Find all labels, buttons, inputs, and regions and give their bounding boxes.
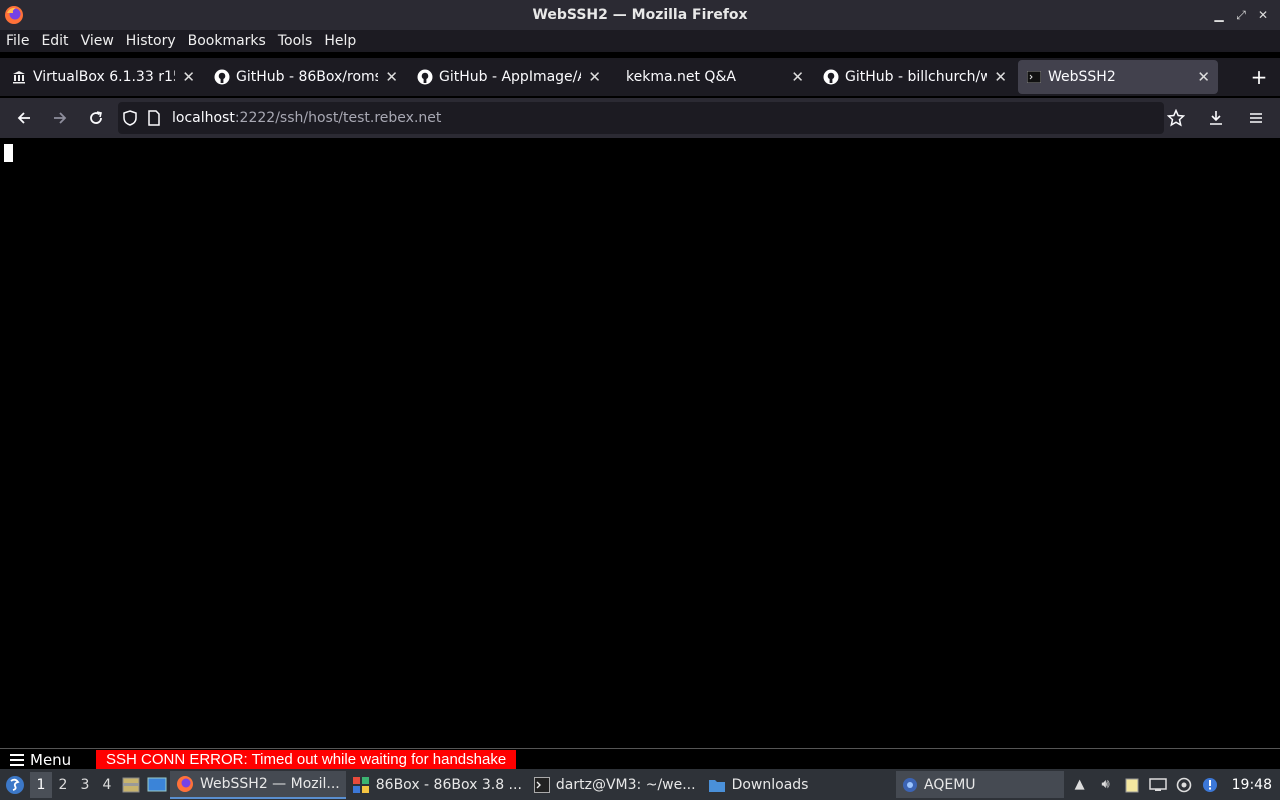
- menu-bookmarks[interactable]: Bookmarks: [182, 33, 272, 49]
- url-text[interactable]: localhost:2222/ssh/host/test.rebex.net: [172, 110, 441, 126]
- terminal-icon: [533, 776, 550, 793]
- 86box-icon: [352, 776, 369, 793]
- tab-webssh2[interactable]: WebSSH2 ✕: [1018, 60, 1218, 94]
- task-label: WebSSH2 — Mozil...: [200, 775, 340, 792]
- tab-github-billchurch[interactable]: GitHub - billchurch/we ✕: [815, 60, 1015, 94]
- start-menu-button[interactable]: [0, 770, 30, 800]
- window-title: WebSSH2 — Mozilla Firefox: [532, 7, 748, 23]
- close-tab-icon[interactable]: ✕: [385, 68, 398, 86]
- star-icon: [1167, 109, 1185, 127]
- close-tab-icon[interactable]: ✕: [182, 68, 195, 86]
- update-icon[interactable]: [1174, 775, 1194, 795]
- drawer-icon: [122, 777, 140, 792]
- system-taskbar: 1 2 3 4 WebSSH2 — Mozil... 86Box - 86Box…: [0, 769, 1280, 800]
- tab-bar: VirtualBox 6.1.33 r150 ✕ GitHub - 86Box/…: [0, 58, 1280, 96]
- task-86box[interactable]: 86Box - 86Box 3.8 ...: [346, 771, 528, 799]
- page-icon[interactable]: [142, 110, 166, 126]
- monitor-icon: [147, 777, 167, 791]
- tab-label: GitHub - AppImage/Ap: [439, 69, 581, 85]
- menu-help[interactable]: Help: [318, 33, 362, 49]
- network-icon[interactable]: [1148, 775, 1168, 795]
- menu-tools[interactable]: Tools: [272, 33, 319, 49]
- github-icon: [823, 69, 839, 85]
- terminal-icon: [1026, 69, 1042, 85]
- tab-label: VirtualBox 6.1.33 r150: [33, 69, 175, 85]
- close-tab-icon[interactable]: ✕: [588, 68, 601, 86]
- menu-label: Menu: [30, 751, 72, 769]
- menu-edit[interactable]: Edit: [35, 33, 74, 49]
- reload-icon: [90, 111, 102, 124]
- task-downloads[interactable]: Downloads: [702, 771, 815, 799]
- workspace-2[interactable]: 2: [52, 772, 74, 798]
- back-button[interactable]: [6, 102, 42, 134]
- terminal-area[interactable]: [0, 138, 1280, 748]
- close-tab-icon[interactable]: ✕: [1197, 68, 1210, 86]
- terminal-cursor: [4, 144, 13, 162]
- tab-github-86box[interactable]: GitHub - 86Box/roms: ✕: [206, 60, 406, 94]
- workspace-4[interactable]: 4: [96, 772, 118, 798]
- file-manager-launcher[interactable]: [118, 772, 144, 798]
- task-label: AQEMU: [924, 776, 976, 793]
- workspace-1[interactable]: 1: [30, 771, 52, 798]
- github-icon: [214, 69, 230, 85]
- github-icon: [417, 69, 433, 85]
- menu-bar: File Edit View History Bookmarks Tools H…: [0, 30, 1280, 52]
- tray-up-icon[interactable]: ▲: [1070, 775, 1090, 795]
- task-webssh2[interactable]: WebSSH2 — Mozil...: [170, 770, 346, 799]
- tab-label: kekma.net Q&A: [626, 69, 736, 85]
- clipboard-icon[interactable]: [1122, 775, 1142, 795]
- shield-icon[interactable]: [118, 110, 142, 126]
- task-terminal[interactable]: dartz@VM3: ~/we...: [528, 771, 702, 799]
- arrow-right-icon: [54, 112, 67, 124]
- error-message: SSH CONN ERROR: Timed out while waiting …: [96, 750, 517, 769]
- tab-label: WebSSH2: [1048, 69, 1116, 85]
- aqemu-icon: [903, 777, 917, 792]
- bookmark-star-button[interactable]: [1158, 102, 1194, 134]
- close-tab-icon[interactable]: ✕: [791, 68, 804, 86]
- clock[interactable]: 19:48: [1232, 777, 1272, 793]
- folder-icon: [708, 779, 725, 792]
- hamburger-icon: [1250, 113, 1262, 123]
- bank-icon: [11, 69, 27, 85]
- close-icon[interactable]: ✕: [1252, 6, 1274, 24]
- forward-button[interactable]: [42, 102, 78, 134]
- menu-view[interactable]: View: [75, 33, 120, 49]
- window-titlebar: WebSSH2 — Mozilla Firefox ▁ ⤢ ✕: [0, 0, 1280, 30]
- webssh2-status-bar: Menu SSH CONN ERROR: Timed out while wai…: [0, 748, 1280, 769]
- download-icon: [1210, 111, 1222, 125]
- tab-label: GitHub - 86Box/roms:: [236, 69, 378, 85]
- tab-kekma[interactable]: kekma.net Q&A ✕: [612, 60, 812, 94]
- downloads-button[interactable]: [1198, 102, 1234, 134]
- desktop-launcher[interactable]: [144, 772, 170, 798]
- navigation-bar: localhost:2222/ssh/host/test.rebex.net: [0, 98, 1280, 138]
- maximize-icon[interactable]: ⤢: [1230, 6, 1252, 24]
- task-label: Downloads: [731, 776, 809, 793]
- minimize-icon[interactable]: ▁: [1208, 6, 1230, 24]
- tab-label: GitHub - billchurch/we: [845, 69, 987, 85]
- firefox-icon: [5, 6, 23, 24]
- task-label: 86Box - 86Box 3.8 ...: [375, 776, 522, 793]
- reload-button[interactable]: [78, 102, 114, 134]
- task-label: dartz@VM3: ~/we...: [555, 776, 696, 793]
- volume-icon[interactable]: 🔊︎: [1096, 775, 1116, 795]
- url-path: :2222/ssh/host/test.rebex.net: [234, 110, 442, 126]
- webssh2-menu-button[interactable]: Menu: [10, 751, 71, 769]
- url-host: localhost: [172, 110, 235, 126]
- arrow-left-icon: [17, 112, 30, 124]
- task-aqemu[interactable]: AQEMU: [896, 771, 1064, 798]
- system-tray: ▲ 🔊︎ 19:48: [1070, 769, 1280, 800]
- firefox-icon: [177, 775, 193, 792]
- app-menu-button[interactable]: [1238, 102, 1274, 134]
- hamburger-icon: [10, 754, 24, 766]
- menu-history[interactable]: History: [120, 33, 182, 49]
- notification-icon[interactable]: [1200, 775, 1220, 795]
- tab-virtualbox[interactable]: VirtualBox 6.1.33 r150 ✕: [3, 60, 203, 94]
- close-tab-icon[interactable]: ✕: [994, 68, 1007, 86]
- new-tab-button[interactable]: +: [1242, 60, 1276, 94]
- url-bar[interactable]: localhost:2222/ssh/host/test.rebex.net: [118, 102, 1164, 134]
- menu-file[interactable]: File: [0, 33, 35, 49]
- tab-github-appimage[interactable]: GitHub - AppImage/Ap ✕: [409, 60, 609, 94]
- start-logo-icon: [6, 775, 24, 794]
- workspace-3[interactable]: 3: [74, 772, 96, 798]
